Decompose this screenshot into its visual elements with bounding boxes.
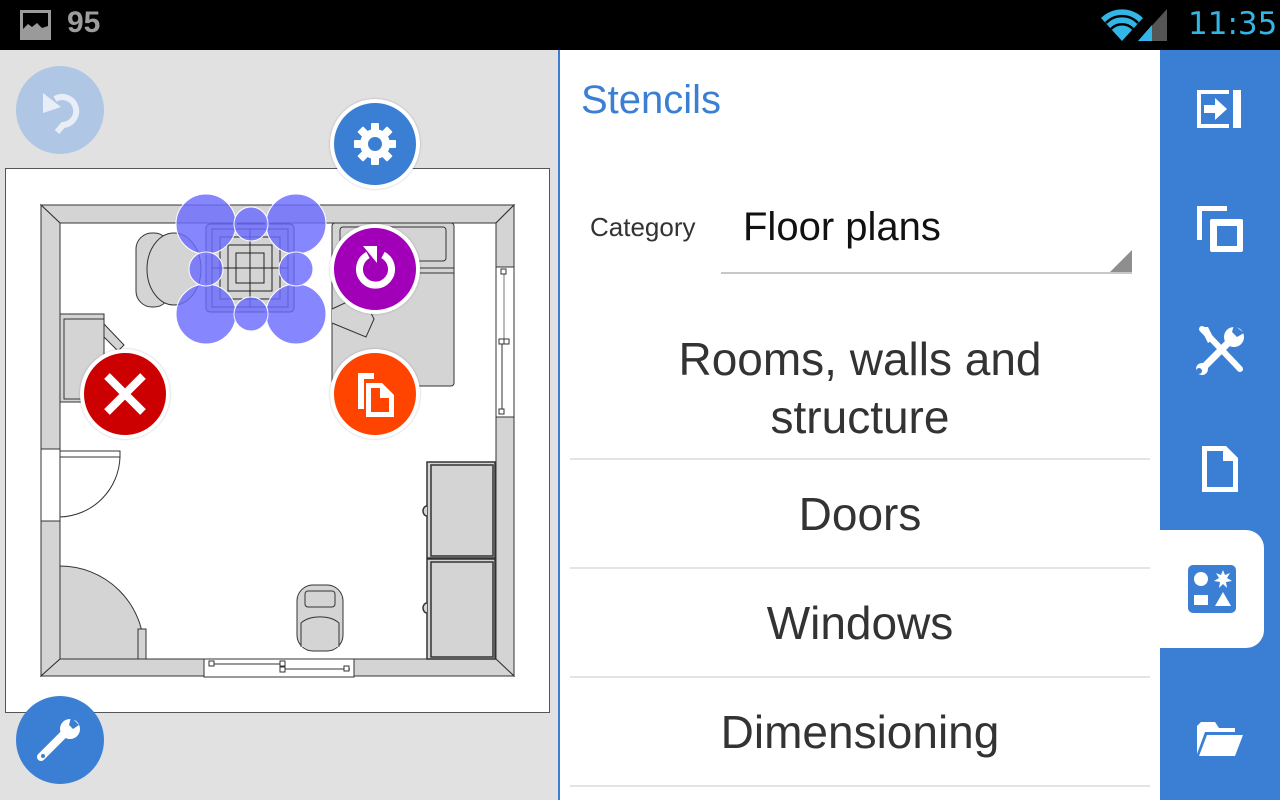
armchair: [296, 584, 344, 652]
gear-icon: [354, 123, 396, 165]
stencils-icon: [1188, 565, 1236, 613]
undo-button[interactable]: [16, 66, 104, 154]
window-bottom: [203, 658, 355, 678]
dropdown-corner-icon: [1110, 250, 1132, 272]
wrench-icon: [37, 717, 80, 761]
pages-button[interactable]: [1160, 170, 1280, 288]
stencil-item-windows[interactable]: Windows: [570, 569, 1150, 678]
undo-icon: [43, 93, 80, 134]
battery-level: 95: [67, 6, 101, 39]
document-icon: [1202, 446, 1238, 492]
document-button[interactable]: [1160, 410, 1280, 528]
stencil-category-list: Rooms, walls and structure Doors Windows…: [570, 318, 1150, 787]
floor-plan-drawing[interactable]: [6, 169, 551, 714]
right-toolbar: [1160, 50, 1280, 800]
drawing-page[interactable]: [5, 168, 550, 713]
door-bottom-left: [59, 565, 147, 660]
door-left: [40, 448, 121, 522]
stencil-item-label: Doors: [798, 487, 922, 540]
image-notification-icon: [20, 10, 51, 40]
status-bar: 95 11:35: [0, 0, 1280, 50]
stencil-item-label: Rooms, walls and structure: [678, 333, 1042, 443]
duplicate-icon: [358, 373, 394, 417]
stencil-item-dimensioning[interactable]: Dimensioning: [570, 678, 1150, 787]
close-icon: [104, 373, 146, 415]
clock: 11:35: [1188, 6, 1278, 42]
rotate-button[interactable]: [330, 224, 420, 314]
copy-pages-icon: [1197, 206, 1243, 252]
tools-button[interactable]: [16, 696, 104, 784]
category-dropdown[interactable]: Floor plans: [721, 200, 1132, 274]
stencils-panel: Stencils Category Floor plans Rooms, wal…: [560, 50, 1160, 800]
folder-open-icon: [1197, 722, 1243, 756]
cabinets: [422, 461, 496, 660]
category-value: Floor plans: [743, 205, 941, 249]
category-label: Category: [590, 212, 696, 242]
stencil-item-label: Windows: [766, 596, 954, 649]
open-file-button[interactable]: [1160, 680, 1280, 798]
exit-icon: [1197, 90, 1241, 128]
duplicate-button[interactable]: [330, 349, 420, 439]
rotate-icon: [356, 246, 395, 289]
wall-left: [40, 203, 61, 678]
stencil-item-label: Dimensioning: [720, 705, 1000, 758]
tools-menu-button[interactable]: [1160, 290, 1280, 408]
drawing-canvas[interactable]: [0, 50, 558, 800]
stencils-button[interactable]: [1160, 530, 1264, 648]
stencil-item-rooms[interactable]: Rooms, walls and structure: [570, 318, 1150, 460]
panel-title: Stencils: [581, 78, 722, 122]
window-right: [495, 266, 515, 418]
object-settings-button[interactable]: [330, 99, 420, 189]
exit-button[interactable]: [1160, 50, 1280, 168]
delete-button[interactable]: [80, 349, 170, 439]
stencil-item-doors[interactable]: Doors: [570, 460, 1150, 569]
signal-icon: [1138, 9, 1167, 41]
tools-icon: [1196, 325, 1244, 375]
